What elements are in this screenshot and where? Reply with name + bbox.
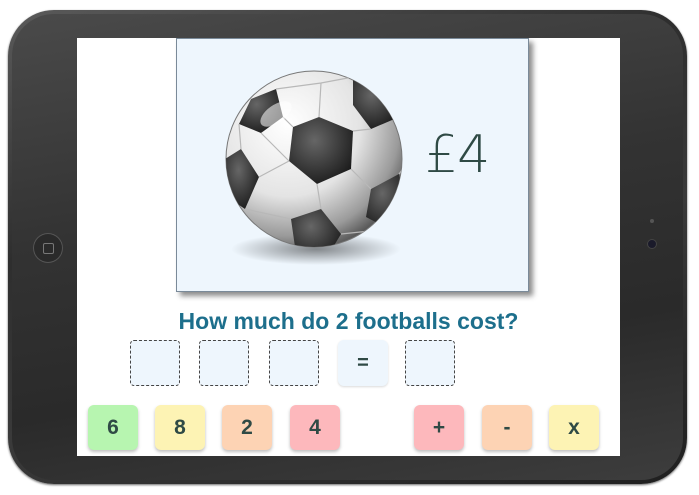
price-label: £4 — [425, 125, 490, 185]
home-button[interactable] — [33, 233, 63, 263]
sensor-dot — [650, 219, 654, 223]
number-tile-2[interactable]: 2 — [222, 405, 272, 450]
football-icon — [221, 69, 411, 269]
game-screen: £4 How much do 2 footballs cost? = 6 8 2… — [77, 38, 620, 456]
minus-operator-tile[interactable]: - — [482, 405, 532, 450]
plus-operator-tile[interactable]: + — [414, 405, 464, 450]
question-text: How much do 2 footballs cost? — [178, 308, 519, 334]
number-tile-4[interactable]: 4 — [290, 405, 340, 450]
answer-slot-3[interactable] — [269, 340, 319, 386]
answer-slot-2[interactable] — [199, 340, 249, 386]
multiply-operator-tile[interactable]: x — [549, 405, 599, 450]
equals-sign: = — [338, 340, 388, 386]
number-tile-6[interactable]: 6 — [88, 405, 138, 450]
answer-slot-1[interactable] — [130, 340, 180, 386]
number-tile-8[interactable]: 8 — [155, 405, 205, 450]
answer-result-slot[interactable] — [405, 340, 455, 386]
camera-icon — [648, 240, 656, 248]
question-picture-card: £4 — [176, 38, 529, 292]
